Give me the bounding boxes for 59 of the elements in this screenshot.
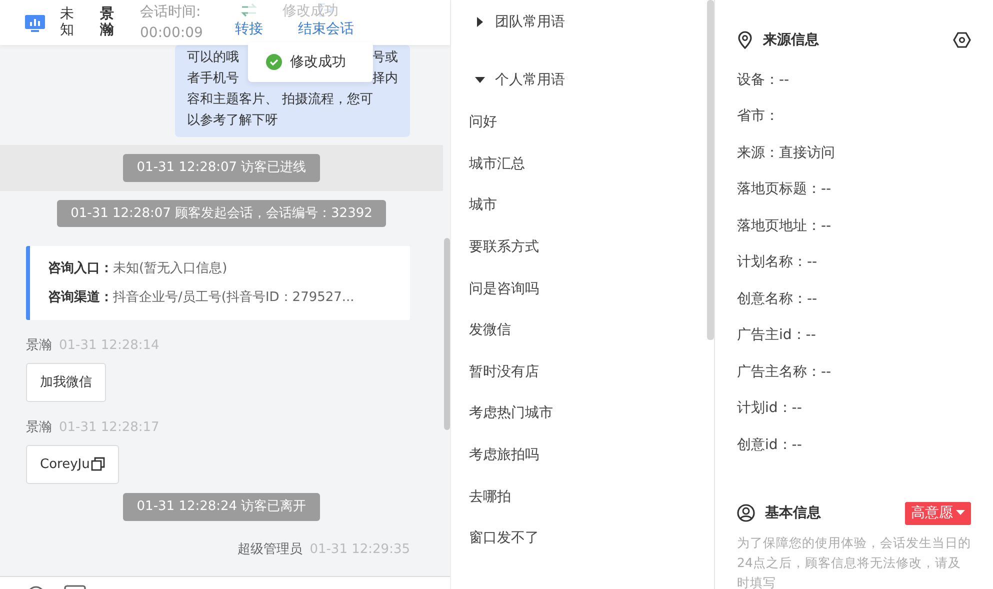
info-field: 设备：-- xyxy=(737,62,971,98)
phrase-item[interactable]: 暂时没有店 xyxy=(451,352,557,394)
info-field: 计划名称：-- xyxy=(737,244,971,281)
scrollbar[interactable] xyxy=(707,0,714,340)
phrase-item[interactable]: 去哪拍 xyxy=(451,476,529,518)
phrase-item[interactable]: 窗口发不了 xyxy=(451,518,557,560)
success-icon xyxy=(266,54,282,70)
intent-tag-dropdown[interactable]: 高意愿 xyxy=(905,502,971,524)
message-time: 01-31 12:28:14 xyxy=(59,337,160,355)
info-field: 计划id：-- xyxy=(737,390,971,427)
phrase-item[interactable]: 城市汇总 xyxy=(451,144,543,186)
info-field: 广告主id：-- xyxy=(737,318,971,354)
info-value: 未知(暂无入口信息) xyxy=(113,261,228,276)
message-time: 01-31 12:29:35 xyxy=(310,540,410,558)
system-notice: 01-31 12:28:07 访客已进线 xyxy=(122,154,320,182)
status-toast: 修改成功 xyxy=(248,42,373,82)
hint-text: 为了保障您的使用体验，会话发生当日的24点之后，顾客信息将无法修改，请及时填写 xyxy=(737,534,971,589)
settings-icon[interactable] xyxy=(953,31,971,49)
system-notice: 01-31 12:28:24 访客已离开 xyxy=(122,493,320,520)
caret-icon[interactable] xyxy=(475,75,485,85)
phrase-item[interactable]: 考虑热门城市 xyxy=(451,393,571,435)
monitor-icon xyxy=(24,12,46,32)
phrase-item[interactable]: 城市 xyxy=(451,185,515,227)
section-title: 来源信息 xyxy=(763,30,819,50)
info-field: 创意名称：-- xyxy=(737,281,971,318)
info-label: 咨询渠道： xyxy=(48,290,113,305)
sender-name: 景瀚 xyxy=(26,337,52,355)
info-label: 咨询入口： xyxy=(48,261,113,276)
message: 加我微信 xyxy=(26,362,106,402)
copy-icon[interactable] xyxy=(90,457,105,472)
info-field: 落地页标题：-- xyxy=(737,172,971,208)
scrollbar[interactable] xyxy=(444,238,450,430)
phrase-group-title[interactable]: 团队常用语 xyxy=(495,12,565,32)
sender-name: 超级管理员 xyxy=(238,540,303,558)
caret-icon[interactable] xyxy=(475,17,485,27)
phrase-group-title[interactable]: 个人常用语 xyxy=(495,70,565,90)
info-field: 创意id：-- xyxy=(737,427,971,464)
section-title: 基本信息 xyxy=(765,504,821,522)
session-time-label: 会话时间: xyxy=(140,2,202,22)
session-time: 00:00:09 xyxy=(140,24,203,42)
info-field: 来源：直接访问 xyxy=(737,135,971,172)
status-toast: 修改成功 xyxy=(248,0,373,22)
phrase-item[interactable]: 考虑旅拍吗 xyxy=(451,434,557,476)
visitor-name: 未知 xyxy=(60,7,74,38)
location-icon xyxy=(737,31,753,49)
user-icon xyxy=(737,504,755,522)
sender-name: 景瀚 xyxy=(26,419,52,437)
phrase-item[interactable]: 要联系方式 xyxy=(451,226,557,268)
info-field: 省市： xyxy=(737,98,971,135)
agent-name: 景瀚 xyxy=(100,7,114,38)
info-field: 广告主名称：-- xyxy=(737,354,971,390)
phrase-item[interactable]: 问是咨询吗 xyxy=(451,268,557,310)
info-value: 抖音企业号/员工号(抖音号ID：279527... xyxy=(113,290,354,305)
phrase-item[interactable]: 发微信 xyxy=(451,310,529,352)
info-field: 落地页地址：-- xyxy=(737,208,971,244)
phrase-item[interactable]: 问好 xyxy=(451,102,515,144)
system-notice: 01-31 12:28:07 顾客发起会话，会话编号：32392 xyxy=(56,200,386,227)
message: CoreyJu xyxy=(26,444,119,484)
message-time: 01-31 12:28:17 xyxy=(59,419,160,437)
